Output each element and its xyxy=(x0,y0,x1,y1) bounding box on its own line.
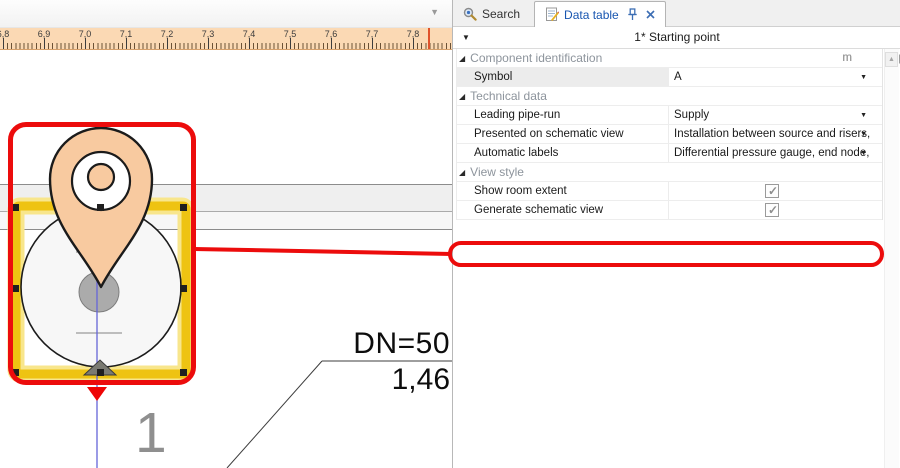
chevron-down-icon[interactable]: ▼ xyxy=(430,7,439,17)
annotation-box-symbol xyxy=(8,122,196,385)
dropdown-arrow-icon[interactable]: ▼ xyxy=(860,125,867,144)
ruler-label: 7,1 xyxy=(120,29,133,39)
annotation-box-show-room-extent xyxy=(448,241,884,267)
dropdown-arrow-icon[interactable]: ▼ xyxy=(860,106,867,125)
section-label: Component identification xyxy=(470,51,602,65)
property-grid: ◢Component identificationSymbolA▼◢Techni… xyxy=(456,49,883,220)
checkbox-show-room-extent[interactable]: ✓ xyxy=(765,184,779,198)
data-table-icon xyxy=(545,7,559,22)
close-icon[interactable] xyxy=(646,10,655,19)
property-label: Leading pipe-run xyxy=(457,106,669,124)
property-row-leading-pipe-run[interactable]: Leading pipe-runSupply▼ xyxy=(457,106,882,125)
ruler-label: 7,7 xyxy=(366,29,379,39)
section-expander-icon[interactable]: ◢ xyxy=(459,92,465,101)
pin-icon[interactable] xyxy=(627,8,638,21)
property-value[interactable]: A xyxy=(670,68,882,86)
panel-tab-bar: Search Data table xyxy=(453,0,900,27)
property-label: Generate schematic view xyxy=(457,201,669,219)
ruler-label: 7,0 xyxy=(79,29,92,39)
selected-component-title: 1* Starting point xyxy=(634,30,719,44)
canvas-toolbar: ▼ xyxy=(0,0,452,27)
property-row-presented-on-schematic-view[interactable]: Presented on schematic viewInstallation … xyxy=(457,125,882,144)
property-label: Show room extent xyxy=(457,182,669,200)
panel-scrollbar[interactable]: ▲ xyxy=(884,49,899,468)
dropdown-arrow-icon[interactable]: ▼ xyxy=(860,144,867,163)
unit-label: m xyxy=(842,49,852,67)
room-number-label: 1 xyxy=(135,405,167,462)
ruler-label: 7,3 xyxy=(202,29,215,39)
section-expander-icon[interactable]: ◢ xyxy=(459,168,465,177)
section-expander-icon[interactable]: ◢ xyxy=(459,54,465,63)
property-value[interactable]: Differential pressure gauge, end node, xyxy=(670,144,882,162)
ruler-cursor xyxy=(428,28,430,50)
property-label: Automatic labels xyxy=(457,144,669,162)
property-panel-header: ▼ 1* Starting point xyxy=(453,27,900,49)
ruler-label: 6,8 xyxy=(0,29,9,39)
flow-direction-arrow xyxy=(87,387,107,401)
property-row-show-room-extent[interactable]: Show room extent ✓ xyxy=(457,182,882,201)
property-row-automatic-labels[interactable]: Automatic labelsDifferential pressure ga… xyxy=(457,144,882,163)
application-window: ▼ 6,8 6,9 7,0 7,1 7,2 7,3 7,4 7,5 7,6 7,7 7,8 xyxy=(0,0,900,468)
tab-search[interactable]: Search xyxy=(453,2,530,26)
ruler-label: 7,6 xyxy=(325,29,338,39)
horizontal-ruler: 6,8 6,9 7,0 7,1 7,2 7,3 7,4 7,5 7,6 7,7 7,8 xyxy=(0,27,452,50)
section-header-component-identification[interactable]: ◢ Component identification xyxy=(457,49,882,68)
pipe-length-label: 1,46 xyxy=(320,363,450,397)
header-dropdown-icon[interactable]: ▼ xyxy=(462,27,470,48)
data-table-panel: Search Data table xyxy=(452,0,900,468)
ruler-label: 7,4 xyxy=(243,29,256,39)
section-header-technical-data[interactable]: ◢ Technical data xyxy=(457,87,882,106)
checkmark-icon: ✓ xyxy=(768,201,778,219)
ruler-label: 7,8 xyxy=(407,29,420,39)
pipe-diameter-label: DN=50 xyxy=(320,327,450,361)
dimension-leader-diagonal xyxy=(227,361,322,468)
property-label: Presented on schematic view xyxy=(457,125,669,143)
ruler-major-ticks xyxy=(3,38,452,49)
tab-data-table[interactable]: Data table xyxy=(534,1,666,27)
property-value[interactable]: Supply xyxy=(670,106,882,124)
tab-search-label: Search xyxy=(482,7,520,21)
section-label: View style xyxy=(470,165,524,179)
scrollbar-up-button[interactable]: ▲ xyxy=(885,52,898,67)
checkmark-icon: ✓ xyxy=(768,182,778,200)
search-icon xyxy=(463,7,477,21)
dropdown-arrow-icon[interactable]: ▼ xyxy=(860,68,867,87)
property-value[interactable]: Installation between source and risers, xyxy=(670,125,882,143)
checkbox-generate-schematic-view[interactable]: ✓ xyxy=(765,203,779,217)
property-row-symbol[interactable]: SymbolA▼ xyxy=(457,68,882,87)
section-header-view-style[interactable]: ◢ View style xyxy=(457,163,882,182)
section-label: Technical data xyxy=(470,89,547,103)
property-label: Symbol xyxy=(457,68,669,86)
property-row-generate-schematic-view[interactable]: Generate schematic view ✓ xyxy=(457,201,882,220)
ruler-label: 6,9 xyxy=(38,29,51,39)
tab-data-table-label: Data table xyxy=(564,8,619,22)
ruler-label: 7,2 xyxy=(161,29,174,39)
ruler-label: 7,5 xyxy=(284,29,297,39)
